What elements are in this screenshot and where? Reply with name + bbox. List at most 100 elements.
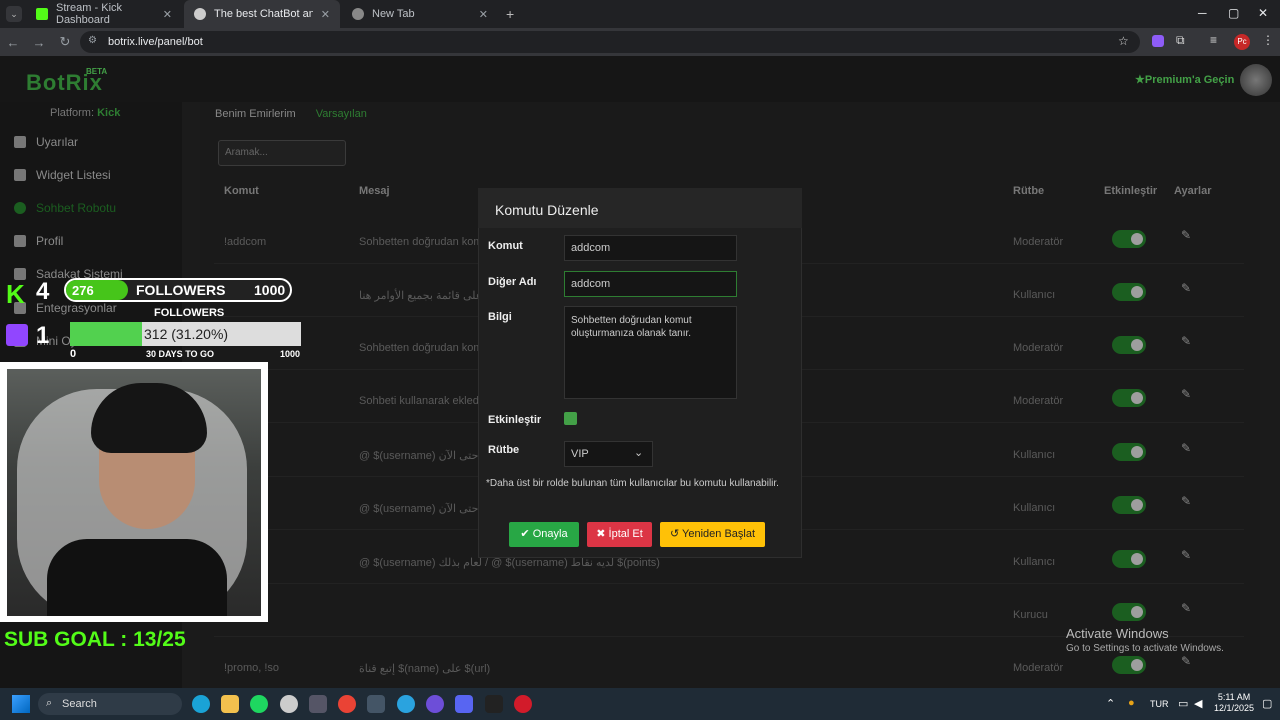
enable-toggle[interactable] bbox=[1112, 389, 1146, 407]
twitch-logo-icon bbox=[6, 324, 28, 346]
browser-tab-newtab[interactable]: New Tab ✕ bbox=[342, 0, 498, 28]
twitch-count: 1 bbox=[36, 322, 50, 349]
kick-count: 4 bbox=[36, 278, 50, 305]
store-icon[interactable] bbox=[309, 695, 327, 713]
enable-toggle[interactable] bbox=[1112, 230, 1146, 248]
enable-label: Etkinleştir bbox=[488, 414, 542, 426]
browser-tab-botrix[interactable]: The best ChatBot and Widgets ✕ bbox=[184, 0, 340, 28]
pencil-icon[interactable]: ✎ bbox=[1181, 548, 1191, 562]
network-icon[interactable]: ▭ bbox=[1178, 697, 1188, 710]
reload-icon[interactable]: ↻ bbox=[52, 34, 78, 50]
activate-windows-title: Activate Windows bbox=[1066, 626, 1169, 641]
maximize-icon[interactable]: ▢ bbox=[1228, 6, 1239, 20]
search-input[interactable]: Aramak... bbox=[218, 140, 346, 166]
avatar[interactable] bbox=[1240, 64, 1272, 96]
grid-icon bbox=[14, 169, 26, 181]
volume-icon[interactable]: ◀ bbox=[1194, 697, 1202, 710]
sidebar-item-chatbot[interactable]: Sohbet Robotu bbox=[14, 198, 116, 218]
forward-icon[interactable]: → bbox=[26, 35, 52, 50]
beta-badge: BETA bbox=[86, 67, 108, 76]
app2-icon[interactable] bbox=[426, 695, 444, 713]
taskbar-clock[interactable]: 5:11 AM 12/1/2025 bbox=[1214, 692, 1254, 714]
chrome-icon[interactable] bbox=[338, 695, 356, 713]
row-message: على قائمة بجميع الأوامر هنا bbox=[359, 290, 483, 302]
pencil-icon[interactable]: ✎ bbox=[1181, 228, 1191, 242]
chrome-favicon-icon bbox=[352, 8, 364, 20]
pencil-icon[interactable]: ✎ bbox=[1181, 654, 1191, 668]
enable-toggle[interactable] bbox=[1112, 443, 1146, 461]
profile-avatar[interactable]: Pc bbox=[1234, 34, 1250, 50]
enable-toggle[interactable] bbox=[1112, 603, 1146, 621]
sub-goal: SUB GOAL : 13/25 bbox=[4, 628, 186, 651]
row-divider bbox=[214, 583, 1244, 584]
close-icon[interactable]: ✕ bbox=[163, 8, 172, 21]
sidebar-item-label: Sohbet Robotu bbox=[36, 201, 117, 215]
start-icon[interactable] bbox=[12, 695, 30, 713]
extension-icon[interactable] bbox=[1152, 35, 1164, 47]
pencil-icon[interactable]: ✎ bbox=[1181, 334, 1191, 348]
cancel-button[interactable]: ✖ İptal Et bbox=[587, 522, 652, 547]
enable-toggle[interactable] bbox=[1112, 283, 1146, 301]
tab-title: The best ChatBot and Widgets bbox=[214, 8, 313, 20]
follower-goal: 1000 bbox=[254, 282, 286, 298]
confirm-button[interactable]: ✔ Onayla bbox=[509, 522, 579, 547]
command-input[interactable]: addcom bbox=[564, 235, 737, 261]
reading-list-icon[interactable]: ≡ bbox=[1210, 33, 1217, 47]
pencil-icon[interactable]: ✎ bbox=[1181, 494, 1191, 508]
follower-label-2: FOLLOWERS bbox=[154, 307, 225, 319]
pencil-icon[interactable]: ✎ bbox=[1181, 387, 1191, 401]
close-icon[interactable]: ✕ bbox=[479, 8, 488, 21]
extensions-puzzle-icon[interactable]: ⧉ bbox=[1176, 33, 1185, 48]
site-info-icon[interactable]: ⚙ bbox=[88, 35, 97, 46]
new-tab-icon[interactable]: + bbox=[506, 6, 514, 22]
tab-search-button[interactable]: ⌄ bbox=[6, 6, 22, 22]
obs-icon[interactable] bbox=[367, 695, 385, 713]
pencil-icon[interactable]: ✎ bbox=[1181, 281, 1191, 295]
sidebar-item-label: Profil bbox=[36, 234, 64, 248]
tab-default[interactable]: Varsayılan bbox=[306, 104, 377, 128]
sidebar-item-alerts[interactable]: Uyarılar bbox=[14, 132, 78, 152]
edge-icon[interactable] bbox=[192, 695, 210, 713]
close-icon: ✖ bbox=[596, 528, 606, 540]
goal-max: 1000 bbox=[280, 349, 301, 359]
enable-toggle[interactable] bbox=[1112, 550, 1146, 568]
taskbar-search[interactable]: Search bbox=[38, 693, 182, 715]
webcam-feed bbox=[7, 369, 261, 616]
premium-link[interactable]: ★Premium'a Geçin bbox=[1135, 73, 1234, 86]
tray-chevron-icon[interactable]: ⌃ bbox=[1106, 697, 1115, 710]
column-message: Mesaj bbox=[359, 185, 390, 197]
pencil-icon[interactable]: ✎ bbox=[1181, 441, 1191, 455]
enable-toggle[interactable] bbox=[1112, 656, 1146, 674]
sidebar-item-profile[interactable]: Profil bbox=[14, 231, 63, 251]
url-input[interactable]: botrix.live/panel/bot bbox=[80, 31, 1140, 53]
language-indicator[interactable]: TUR bbox=[1150, 699, 1169, 709]
enable-checkbox[interactable] bbox=[564, 412, 577, 425]
notification-icon[interactable]: ▢ bbox=[1262, 697, 1272, 710]
spotify-icon[interactable] bbox=[250, 695, 268, 713]
goal-bar-fill bbox=[70, 322, 142, 346]
back-icon[interactable]: ← bbox=[0, 35, 26, 50]
info-textarea[interactable]: Sohbetten doğrudan komut oluşturmanıza o… bbox=[564, 306, 737, 399]
epic-icon[interactable] bbox=[485, 695, 503, 713]
minimize-icon[interactable]: ─ bbox=[1198, 6, 1207, 20]
folder-icon[interactable] bbox=[221, 695, 239, 713]
alias-input[interactable]: addcom bbox=[564, 271, 737, 297]
tab-title: New Tab bbox=[372, 8, 415, 20]
app-icon[interactable] bbox=[280, 695, 298, 713]
close-icon[interactable]: ✕ bbox=[321, 8, 330, 21]
close-window-icon[interactable]: ✕ bbox=[1258, 6, 1268, 20]
browser-tab-kick[interactable]: Stream - Kick Dashboard ✕ bbox=[26, 0, 182, 28]
pencil-icon[interactable]: ✎ bbox=[1181, 601, 1191, 615]
opera-icon[interactable] bbox=[514, 695, 532, 713]
menu-icon[interactable]: ⋮ bbox=[1262, 33, 1274, 47]
mic-icon[interactable]: ● bbox=[1128, 697, 1135, 709]
bookmark-star-icon[interactable]: ☆ bbox=[1118, 34, 1129, 48]
discord-icon[interactable] bbox=[455, 695, 473, 713]
enable-toggle[interactable] bbox=[1112, 336, 1146, 354]
telegram-icon[interactable] bbox=[397, 695, 415, 713]
enable-toggle[interactable] bbox=[1112, 496, 1146, 514]
tab-my-commands[interactable]: Benim Emirlerim bbox=[205, 104, 306, 128]
sidebar-item-widgets[interactable]: Widget Listesi bbox=[14, 165, 111, 185]
reset-button[interactable]: ↺ Yeniden Başlat bbox=[660, 522, 765, 547]
goal-min: 0 bbox=[70, 348, 77, 360]
